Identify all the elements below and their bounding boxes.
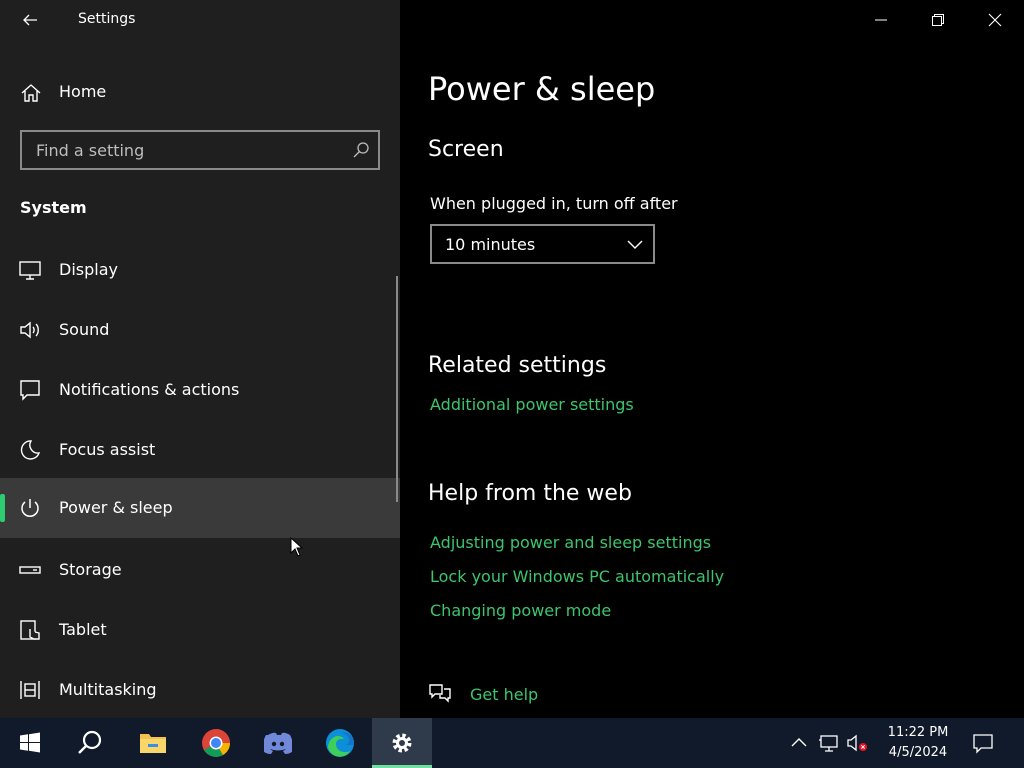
edge-icon [326,729,354,757]
page-title: Power & sleep [428,70,656,108]
taskbar-file-explorer[interactable] [123,718,183,768]
sidebar-item-home[interactable]: Home [0,72,400,112]
folder-icon [140,734,166,753]
sidebar-item-label: Sound [59,320,110,339]
get-help-link[interactable]: Get help [470,685,538,704]
tablet-icon [20,620,40,640]
app-title: Settings [78,11,136,27]
network-icon[interactable] [818,732,840,754]
chat-help-icon[interactable] [428,682,452,704]
screen-section-title: Screen [428,137,504,162]
dropdown-value: 10 minutes [445,235,536,254]
clock-time: 11:22 PM [887,725,949,740]
taskbar-chrome[interactable] [186,718,246,768]
sidebar-item-label: Tablet [59,620,107,639]
minimize-button[interactable] [852,0,910,40]
mouse-cursor-icon [290,537,304,557]
sidebar-item-storage[interactable]: Storage [0,540,400,600]
sidebar-item-sound[interactable]: Sound [0,300,400,360]
sidebar-item-tablet[interactable]: Tablet [0,600,400,660]
title-bar: Settings [0,0,400,40]
back-button[interactable] [14,6,46,34]
sidebar-item-label: Focus assist [59,440,156,459]
sidebar-item-label: Multitasking [59,680,157,699]
plugged-in-label: When plugged in, turn off after [430,194,678,213]
search-icon [78,730,102,754]
taskbar-discord[interactable] [248,718,308,768]
minimize-icon [875,19,887,21]
restore-icon [932,14,944,26]
clock-date: 4/5/2024 [888,745,948,760]
main-content: Power & sleep Screen When plugged in, tu… [400,0,1024,718]
taskbar-clock[interactable]: 11:22 PM 4/5/2024 [878,723,958,763]
search-box[interactable] [20,130,380,170]
sidebar-item-notifications[interactable]: Notifications & actions [0,360,400,420]
action-center-icon[interactable] [972,732,994,754]
power-icon [21,499,39,517]
sound-icon [20,321,39,339]
screen-timeout-dropdown[interactable]: 10 minutes [430,224,655,264]
discord-icon [264,732,292,754]
sidebar-item-focus-assist[interactable]: Focus assist [0,420,400,480]
search-icon[interactable] [352,141,370,159]
windows-logo-icon [20,732,40,753]
gear-icon [392,733,412,753]
taskbar: 11:22 PM 4/5/2024 [0,718,1024,768]
taskbar-settings[interactable] [372,718,432,768]
related-settings-title: Related settings [428,353,607,378]
additional-power-settings-link[interactable]: Additional power settings [430,395,634,414]
storage-icon [19,566,41,574]
restore-button[interactable] [909,0,967,40]
display-icon [19,261,41,280]
multitasking-icon [20,681,40,699]
sidebar-scrollbar[interactable] [396,276,398,502]
help-link-lock[interactable]: Lock your Windows PC automatically [430,567,724,586]
sidebar-item-display[interactable]: Display [0,240,400,300]
sidebar-item-home-label: Home [59,82,107,101]
sidebar-item-multitasking[interactable]: Multitasking [0,660,400,720]
taskbar-search-button[interactable] [60,718,120,768]
help-link-power-mode[interactable]: Changing power mode [430,601,611,620]
home-icon [21,84,41,102]
close-button[interactable] [966,0,1024,40]
sidebar-item-label: Storage [59,560,122,579]
sidebar-item-power-sleep[interactable]: Power & sleep [0,478,400,538]
section-title: System [20,198,87,217]
chevron-up-icon[interactable] [788,732,810,754]
notifications-icon [20,380,40,401]
help-from-web-title: Help from the web [428,481,632,506]
help-link-adjusting[interactable]: Adjusting power and sleep settings [430,533,711,552]
close-icon [988,13,1002,27]
chrome-icon [202,729,230,757]
moon-icon [20,440,41,460]
selected-indicator [0,494,5,522]
sidebar: Settings Home System Display Sound Notif… [0,0,400,718]
sidebar-item-label: Power & sleep [59,498,173,517]
sidebar-item-label: Display [59,260,118,279]
sidebar-item-label: Notifications & actions [59,380,240,399]
start-button[interactable] [0,718,60,768]
volume-muted-icon[interactable] [846,732,868,754]
chevron-down-icon [627,240,643,249]
search-input[interactable] [22,132,342,168]
back-arrow-icon [23,14,37,26]
taskbar-edge[interactable] [310,718,370,768]
